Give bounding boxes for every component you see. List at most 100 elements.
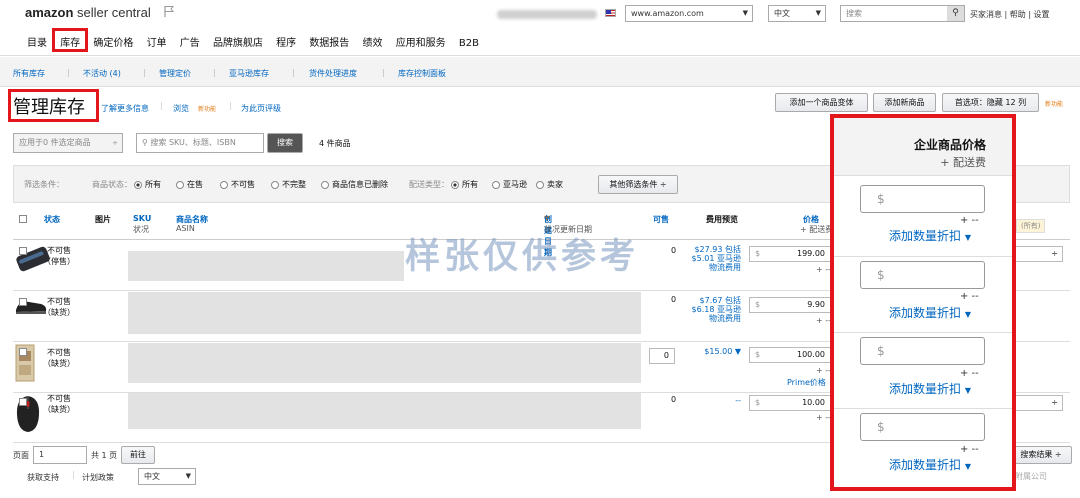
add-quantity-discount-link[interactable]: 添加数量折扣 ▼ xyxy=(889,304,971,321)
subnav-inventory-dashboard[interactable]: 库存控制面板 xyxy=(398,68,446,79)
business-price-input[interactable]: $ xyxy=(860,413,985,441)
support-link[interactable]: 获取支持 xyxy=(27,472,59,483)
search-icon[interactable]: ⚲ xyxy=(947,6,964,21)
fulfill-amazon-radio[interactable]: 亚马逊 xyxy=(492,179,527,190)
main-nav: 目录 库存 确定价格 订单 广告 品牌旗舰店 程序 数据报告 绩效 应用和服务 … xyxy=(27,34,489,49)
row-checkbox[interactable] xyxy=(19,398,27,406)
shipping-fee-value: + -- xyxy=(960,215,979,226)
subnav-inactive[interactable]: 不活动 (4) xyxy=(83,68,121,79)
product-image-mouse[interactable] xyxy=(13,393,43,435)
status-inactive-radio[interactable]: 不可售 xyxy=(220,179,255,190)
nav-catalog[interactable]: 目录 xyxy=(27,38,47,49)
subnav-all-inventory[interactable]: 所有库存 xyxy=(13,68,45,79)
filter-label: 筛选条件： xyxy=(24,180,64,189)
col-fee-preview: 费用预览 xyxy=(706,215,738,224)
marketplace-select[interactable]: www.amazon.com ▼ xyxy=(625,5,753,22)
fulfill-all-radio[interactable]: 所有 xyxy=(451,179,478,190)
rate-page-link[interactable]: 为此页评级 xyxy=(241,103,281,114)
shipping-fee-value: + -- xyxy=(960,291,979,302)
row-fee[interactable]: $15.00 ▼ xyxy=(678,347,741,356)
learn-more-link[interactable]: 了解更多信息 xyxy=(101,103,149,114)
caret-down-icon: ▼ xyxy=(964,462,971,471)
nav-orders[interactable]: 订单 xyxy=(147,38,167,49)
status-all-radio[interactable]: 所有 xyxy=(134,179,161,190)
col-created[interactable]: 创建日期 ▼ xyxy=(544,214,552,257)
bulk-action-select[interactable]: 应用于0 件选定商品 ÷ xyxy=(13,133,123,153)
row-price-input[interactable]: $100.00 xyxy=(749,347,831,363)
col-status[interactable]: 状态 xyxy=(44,214,60,225)
product-info-redacted xyxy=(128,343,641,383)
row-checkbox[interactable] xyxy=(19,348,27,356)
nav-b2b[interactable]: B2B xyxy=(459,38,479,49)
nav-performance[interactable]: 绩效 xyxy=(363,38,383,49)
business-price-popup: 企业商品价格 + 配送费 $ + -- 添加数量折扣 ▼ $ + -- 添加数量… xyxy=(830,114,1016,491)
business-price-input[interactable]: $ xyxy=(860,185,985,213)
sub-navigation: 所有库存 | 不活动 (4) | 管理定价 | 亚马逊库存 | 货件处理进度 |… xyxy=(0,57,1080,87)
nav-programs[interactable]: 程序 xyxy=(276,38,296,49)
popup-subtitle: + 配送费 xyxy=(940,156,986,169)
add-quantity-discount-link[interactable]: 添加数量折扣 ▼ xyxy=(889,456,971,473)
row-checkbox[interactable] xyxy=(19,298,27,306)
policies-link[interactable]: 计划政策 xyxy=(82,472,114,483)
col-price-sub: + 配送费 xyxy=(800,225,834,234)
subnav-shipment-progress[interactable]: 货件处理进度 xyxy=(309,68,357,79)
subnav-fba-inventory[interactable]: 亚马逊库存 xyxy=(229,68,269,79)
highlight-inventory-nav xyxy=(52,28,88,52)
row-price-input[interactable]: $199.00 xyxy=(749,246,831,262)
go-button[interactable]: 前往 xyxy=(121,446,155,464)
prime-price-link[interactable]: Prime价格 xyxy=(787,377,826,388)
highlight-page-title xyxy=(8,89,99,122)
nav-stores[interactable]: 品牌旗舰店 xyxy=(213,38,263,49)
add-product-button[interactable]: 添加新商品 xyxy=(873,93,936,112)
fulfill-merchant-radio[interactable]: 卖家 xyxy=(536,179,563,190)
sample-watermark: 样张仅供参考 xyxy=(405,237,640,277)
caret-down-icon: ▼ xyxy=(964,386,971,395)
inventory-search-input[interactable]: ⚲ 搜索 SKU、标题、ISBN xyxy=(136,133,264,153)
business-price-input[interactable]: $ xyxy=(860,261,985,289)
flag-icon[interactable] xyxy=(163,5,175,18)
row-status: 不可售（缺货） xyxy=(43,348,75,368)
seller-central-logo[interactable]: amazon seller central xyxy=(25,5,151,20)
more-filters-button[interactable]: 其他筛选条件 ÷ xyxy=(598,175,678,194)
add-quantity-discount-link[interactable]: 添加数量折扣 ▼ xyxy=(889,227,971,244)
browse-link[interactable]: 浏览 xyxy=(173,103,189,114)
popup-header: 企业商品价格 + 配送费 xyxy=(834,118,1012,176)
row-qty-input[interactable]: 0 xyxy=(649,348,675,364)
status-deleted-radio[interactable]: 商品信息已删除 xyxy=(321,179,388,190)
top-links[interactable]: 买家消息 | 帮助 | 设置 xyxy=(970,9,1050,20)
select-all-checkbox[interactable] xyxy=(19,215,27,223)
product-info-redacted xyxy=(128,393,641,429)
add-variation-button[interactable]: 添加一个商品变体 xyxy=(775,93,868,112)
status-incomplete-radio[interactable]: 不完整 xyxy=(271,179,306,190)
preferences-button[interactable]: 首选项：隐藏 12 列 xyxy=(942,93,1039,112)
col-available[interactable]: 可售 xyxy=(653,214,669,225)
shipping-fee-value: + -- xyxy=(960,368,979,379)
nav-reports[interactable]: 数据报告 xyxy=(309,38,349,49)
nav-pricing[interactable]: 确定价格 xyxy=(93,38,133,49)
row-price-input[interactable]: $10.00 xyxy=(749,395,831,411)
row-fee[interactable]: $7.67 包括 $6.18 亚马逊物流费用 xyxy=(685,296,741,323)
footer-language-select[interactable]: 中文 ▼ xyxy=(138,468,196,485)
caret-down-icon: ▼ xyxy=(964,233,971,242)
header-search-input[interactable]: 搜索 ⚲ xyxy=(840,5,965,22)
search-button[interactable]: 搜索 xyxy=(267,133,303,153)
search-results-button[interactable]: 搜索结果 ÷ xyxy=(1010,446,1072,464)
status-active-radio[interactable]: 在售 xyxy=(176,179,203,190)
row-price-input[interactable]: $9.90 xyxy=(749,297,831,313)
row-status: 不可售（缺货） xyxy=(43,394,75,414)
row-status: 不可售（缺货） xyxy=(43,297,75,317)
col-sku[interactable]: SKU xyxy=(133,214,151,223)
page-number-input[interactable]: 1 xyxy=(33,446,87,464)
row-fee[interactable]: $27.93 包括 $5.01 亚马逊物流费用 xyxy=(685,245,741,272)
subnav-manage-pricing[interactable]: 管理定价 xyxy=(159,68,191,79)
language-select[interactable]: 中文 ▼ xyxy=(768,5,826,22)
add-quantity-discount-link[interactable]: 添加数量折扣 ▼ xyxy=(889,380,971,397)
nav-advertising[interactable]: 广告 xyxy=(180,38,200,49)
caret-down-icon: ▼ xyxy=(964,310,971,319)
col-condition: 状况 xyxy=(133,225,149,234)
row-checkbox[interactable] xyxy=(19,247,27,255)
new-feature-badge: 新功能 xyxy=(198,106,217,113)
nav-apps[interactable]: 应用和服务 xyxy=(396,38,446,49)
business-price-input[interactable]: $ xyxy=(860,337,985,365)
popup-title: 企业商品价格 xyxy=(913,138,986,152)
